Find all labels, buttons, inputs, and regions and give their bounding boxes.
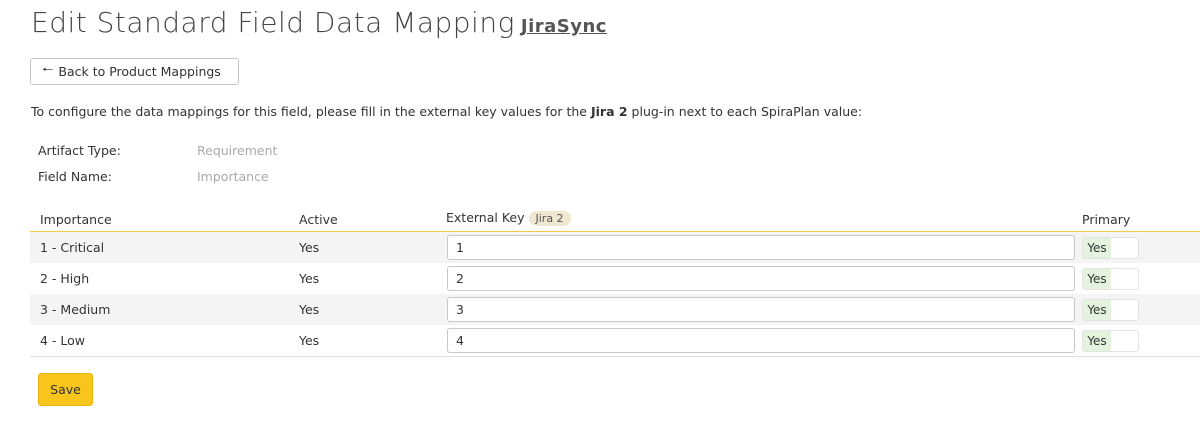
external-key-label: External Key	[446, 210, 525, 225]
primary-toggle-yes: Yes	[1083, 269, 1111, 289]
primary-toggle[interactable]: Yes	[1082, 299, 1139, 321]
primary-toggle-yes: Yes	[1083, 331, 1111, 351]
primary-toggle[interactable]: Yes	[1082, 330, 1139, 352]
column-header-importance: Importance	[40, 212, 112, 227]
active-cell: Yes	[299, 271, 320, 286]
plugin-badge: Jira 2	[528, 211, 571, 226]
page-title: Edit Standard Field Data Mapping JiraSync	[31, 6, 607, 39]
artifact-type-value: Requirement	[197, 143, 278, 158]
table-row: 4 - Low Yes 4 Yes	[30, 325, 1200, 357]
save-button[interactable]: Save	[38, 373, 93, 406]
artifact-type-label: Artifact Type:	[38, 143, 121, 158]
table-row: 2 - High Yes 2 Yes	[30, 263, 1200, 294]
primary-toggle[interactable]: Yes	[1082, 268, 1139, 290]
instructions-prefix: To configure the data mappings for this …	[31, 104, 587, 119]
back-button-label: Back to Product Mappings	[58, 64, 221, 79]
primary-toggle[interactable]: Yes	[1082, 237, 1139, 259]
arrow-left-icon: 🠐	[42, 62, 54, 78]
grid-header: Importance Active External Key Jira 2 Pri…	[30, 208, 1200, 232]
external-key-input[interactable]: 1	[447, 235, 1075, 260]
table-row: 3 - Medium Yes 3 Yes	[30, 294, 1200, 325]
primary-toggle-yes: Yes	[1083, 238, 1111, 258]
instructions-suffix: plug-in next to each SpiraPlan value:	[631, 104, 863, 119]
table-row: 1 - Critical Yes 1 Yes	[30, 232, 1200, 263]
column-header-external-key: External Key Jira 2	[446, 210, 571, 226]
importance-cell: 1 - Critical	[40, 240, 105, 255]
instructions-plugin: Jira 2	[590, 104, 628, 119]
external-key-input[interactable]: 4	[447, 328, 1075, 353]
page-title-text: Edit Standard Field Data Mapping	[31, 6, 515, 39]
active-cell: Yes	[299, 240, 320, 255]
active-cell: Yes	[299, 302, 320, 317]
field-name-label: Field Name:	[38, 169, 112, 184]
importance-cell: 2 - High	[40, 271, 90, 286]
column-header-active: Active	[299, 212, 338, 227]
mapping-grid: Importance Active External Key Jira 2 Pri…	[30, 208, 1200, 357]
external-key-input[interactable]: 3	[447, 297, 1075, 322]
column-header-primary: Primary	[1082, 212, 1131, 227]
external-key-input[interactable]: 2	[447, 266, 1075, 291]
primary-toggle-yes: Yes	[1083, 300, 1111, 320]
importance-cell: 4 - Low	[40, 333, 86, 348]
back-to-product-mappings-button[interactable]: 🠐 Back to Product Mappings	[30, 58, 239, 85]
importance-cell: 3 - Medium	[40, 302, 111, 317]
field-name-value: Importance	[197, 169, 269, 184]
plugin-link[interactable]: JiraSync	[521, 16, 607, 37]
active-cell: Yes	[299, 333, 320, 348]
instructions-text: To configure the data mappings for this …	[31, 104, 862, 119]
page: Edit Standard Field Data Mapping JiraSync…	[0, 0, 1200, 422]
